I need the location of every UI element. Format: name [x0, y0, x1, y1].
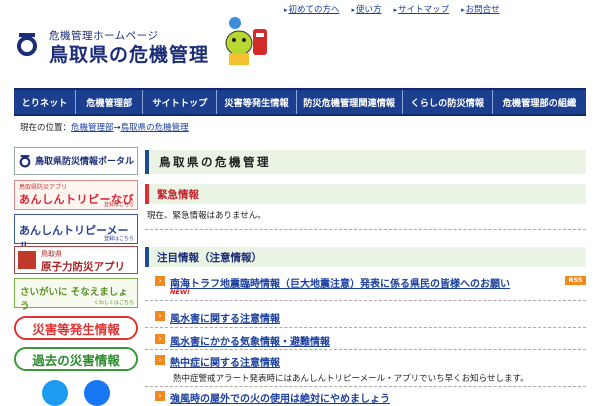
contact-link[interactable]: お問合せ: [461, 3, 500, 15]
emergency-heading: 緊急情報: [157, 188, 199, 201]
nuclear-banner-sub: 鳥取県: [41, 250, 62, 258]
page-title-bar: 鳥取県の危機管理: [145, 150, 586, 174]
focus-heading: 注目情報（注意情報）: [157, 251, 262, 264]
breadcrumb-current[interactable]: 鳥取県の危機管理: [121, 123, 189, 133]
nav-disaster-related[interactable]: 防災危機管理関連情報: [297, 90, 403, 114]
tottori-logo-icon: [19, 155, 31, 168]
news-link[interactable]: 強風時の屋外での火の使用は絶対にやめましょう: [170, 390, 390, 405]
how-to-use-link[interactable]: 使い方: [352, 3, 382, 15]
new-badge: NEW!: [170, 288, 191, 296]
arrow-icon: ›: [155, 355, 165, 365]
navi-banner-sub: 鳥取県防災アプリ: [19, 184, 68, 191]
page-title: 鳥取県の危機管理: [159, 155, 271, 169]
nuclear-app-icon: [18, 251, 36, 269]
nav-organization[interactable]: 危機管理部の組織: [493, 90, 586, 114]
disaster-info-button[interactable]: 災害等発生情報: [14, 316, 138, 340]
divider: [145, 327, 586, 328]
portal-banner-label: 鳥取県防災情報ポータル: [35, 157, 135, 167]
divider: [145, 229, 586, 230]
site-title[interactable]: 鳥取県の危機管理: [49, 40, 209, 67]
rss-icon[interactable]: RSS: [565, 276, 586, 285]
news-link[interactable]: 風水害に関する注意情報: [170, 310, 280, 325]
portal-banner[interactable]: 鳥取県防災情報ポータル: [14, 147, 138, 175]
facebook-icon[interactable]: [84, 380, 110, 406]
heat-alert-note: 熱中症警戒アラート発表時にはあんしんトリピーメール・アプリでいち早くお知らせしま…: [173, 374, 529, 384]
emergency-heading-bar: 緊急情報: [145, 184, 586, 204]
toripy-mascot-icon: [225, 17, 267, 65]
navi-app-banner[interactable]: 鳥取県防災アプリ あんしんトリピーなび 登録はこちら: [14, 180, 138, 210]
mail-banner[interactable]: あんしんトリピーメール 登録はこちら: [14, 214, 138, 253]
focus-heading-bar: 注目情報（注意情報）: [145, 247, 586, 267]
breadcrumb-arrow: →: [113, 123, 121, 133]
news-link[interactable]: 風水害にかかる気象情報・避難情報: [170, 333, 330, 348]
mail-banner-register: 登録はこちら: [103, 236, 134, 242]
breadcrumb-prefix: 現在の位置：: [20, 123, 72, 133]
nav-life-disaster[interactable]: くらしの防災情報: [403, 90, 493, 114]
arrow-icon: ›: [155, 334, 165, 344]
news-link[interactable]: 南海トラフ地震臨時情報（巨大地震注意）発表に係る県民の皆様へのお願い: [170, 275, 510, 290]
nav-site-top[interactable]: サイトトップ: [143, 90, 218, 114]
divider: [145, 386, 586, 387]
twitter-icon[interactable]: [42, 380, 68, 406]
past-disaster-button[interactable]: 過去の災害情報: [14, 347, 138, 371]
divider: [145, 300, 586, 301]
divider: [145, 349, 586, 350]
arrow-icon: ›: [155, 276, 165, 286]
sitemap-link[interactable]: サイトマップ: [394, 3, 449, 15]
news-link[interactable]: 熱中症に関する注意情報: [170, 354, 280, 369]
nuclear-app-banner[interactable]: 鳥取県 原子力防災アプリ: [14, 246, 138, 274]
breadcrumb-crisis-dept[interactable]: 危機管理部: [71, 123, 114, 133]
nav-crisis-dept[interactable]: 危機管理部: [76, 90, 144, 114]
nav-torinet[interactable]: とりネット: [14, 90, 76, 114]
nav-disaster-info[interactable]: 災害等発生情報: [217, 90, 297, 114]
prepare-banner[interactable]: さいがいに そなえましょう くわしくはこちら: [14, 278, 138, 312]
tottori-logo-icon: [17, 33, 37, 56]
emergency-text: 現在、緊急情報はありません。: [147, 211, 266, 221]
top-links: 初めての方へ 使い方 サイトマップ お問合せ: [284, 3, 500, 15]
nuclear-banner-label: 原子力防災アプリ: [41, 261, 125, 273]
first-visit-link[interactable]: 初めての方へ: [284, 3, 340, 15]
global-nav: とりネット 危機管理部 サイトトップ 災害等発生情報 防災危機管理関連情報 くら…: [14, 88, 586, 116]
prepare-banner-label: さいがいに そなえましょう: [20, 287, 128, 312]
prepare-banner-more: くわしくはこちら: [93, 300, 134, 306]
navi-banner-register: 登録はこちら: [103, 202, 134, 208]
breadcrumb: 現在の位置：危機管理部→鳥取県の危機管理: [20, 121, 189, 133]
arrow-icon: ›: [155, 311, 165, 321]
